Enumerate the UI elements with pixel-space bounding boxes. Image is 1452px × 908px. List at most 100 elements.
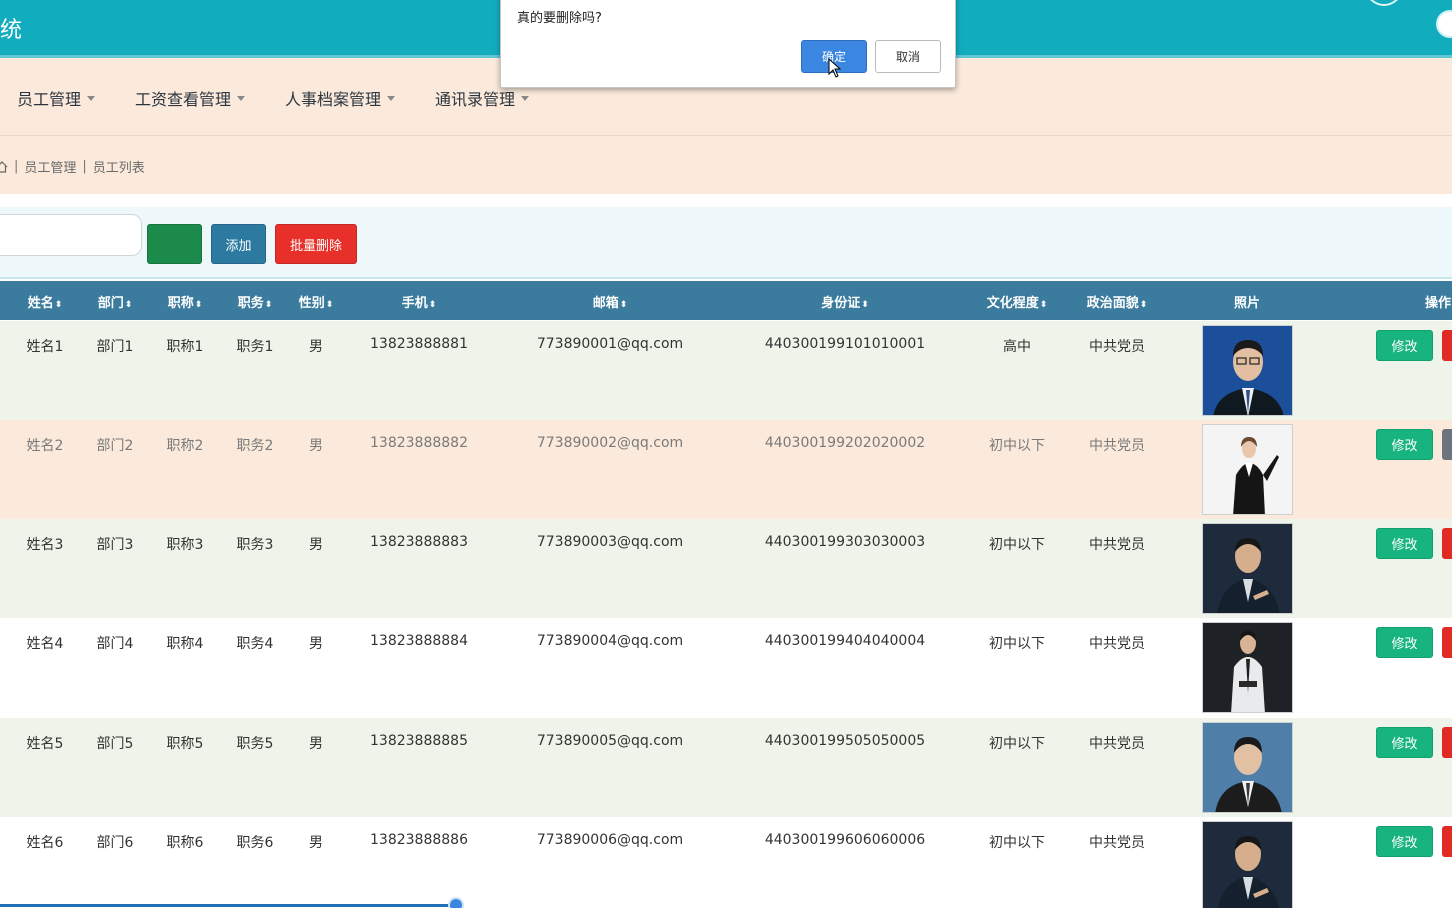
cell-dept: 部门4 [96,636,134,652]
settings-circle-icon[interactable] [1436,10,1452,38]
edit-button[interactable]: 修改 [1376,627,1433,658]
breadcrumb-separator: | [82,159,87,174]
cell-phone: 13823888883 [370,534,468,550]
column-header-email[interactable]: 邮箱⬍ [593,292,628,311]
column-header-post[interactable]: 职务⬍ [238,292,273,311]
cell-gender: 男 [309,537,323,553]
cell-edu: 初中以下 [989,835,1045,851]
cell-idcard: 440300199202020002 [764,435,926,451]
nav-menu-salary[interactable]: 工资查看管理 [135,86,246,110]
cell-name: 姓名4 [26,636,64,652]
cell-post: 职务5 [236,736,274,752]
search-input[interactable] [0,214,142,256]
cell-phone: 13823888885 [370,733,468,749]
column-header-title[interactable]: 职称⬍ [168,292,203,311]
column-header-edu[interactable]: 文化程度⬍ [987,292,1048,311]
cell-title: 职称5 [166,736,204,752]
cell-post: 职务2 [236,438,274,454]
sort-icon: ⬍ [264,300,273,310]
mouse-cursor-icon [828,58,842,78]
breadcrumb-item-employee[interactable]: 员工管理 [24,157,76,176]
delete-button[interactable] [1442,627,1452,658]
user-avatar-icon[interactable] [1365,0,1403,6]
nav-menu-label: 员工管理 [17,90,82,109]
cell-edu: 初中以下 [989,736,1045,752]
column-header-name[interactable]: 姓名⬍ [28,292,63,311]
cell-politics: 中共党员 [1089,835,1145,851]
cell-idcard: 440300199404040004 [764,633,926,649]
column-header-phone[interactable]: 手机⬍ [402,292,437,311]
cell-name: 姓名2 [26,438,64,454]
cell-name: 姓名5 [26,736,64,752]
table-row: 姓名6 部门6 职称6 职务6 男 13823888886 773890006@… [0,817,1452,908]
nav-menu-label: 通讯录管理 [435,90,516,109]
header-label: 职称 [167,296,194,311]
edit-button[interactable]: 修改 [1376,727,1433,758]
header-label: 邮箱 [592,296,619,311]
cell-email: 773890001@qq.com [536,336,684,352]
column-header-gender[interactable]: 性别⬍ [299,292,334,311]
delete-button[interactable] [1442,528,1452,559]
caret-down-icon [237,95,246,101]
cell-post: 职务3 [236,537,274,553]
nav-menu-employee[interactable]: 员工管理 [17,86,96,110]
cell-gender: 男 [309,339,323,355]
column-header-politics[interactable]: 政治面貌⬍ [1087,292,1148,311]
header-label: 部门 [97,296,124,311]
query-button[interactable]: 查询 [147,224,202,264]
header-label: 性别 [298,296,325,311]
breadcrumb-separator: | [14,159,19,174]
breadcrumb-item-employee-list[interactable]: 员工列表 [93,157,145,176]
table-header: 姓名⬍ 部门⬍ 职称⬍ 职务⬍ 性别⬍ 手机⬍ 邮箱⬍ 身份证⬍ 文化程度⬍ 政… [0,281,1452,320]
caret-down-icon [387,95,396,101]
delete-button[interactable] [1442,429,1452,460]
delete-button[interactable] [1442,826,1452,857]
cell-gender: 男 [309,835,323,851]
cell-dept: 部门2 [96,438,134,454]
header-label: 职务 [237,296,264,311]
table-row: 姓名4 部门4 职称4 职务4 男 13823888884 773890004@… [0,618,1452,717]
cell-edu: 高中 [1003,339,1031,355]
sort-icon: ⬍ [861,300,869,310]
cell-email: 773890004@qq.com [536,633,684,649]
confirm-cancel-button[interactable]: 取消 [875,40,941,73]
app-title: 统 [0,18,23,43]
edit-button[interactable]: 修改 [1376,528,1433,559]
cell-dept: 部门5 [96,736,134,752]
sort-icon: ⬍ [1039,300,1048,310]
cell-gender: 男 [309,636,323,652]
cell-phone: 13823888882 [370,435,468,451]
breadcrumb-bar: | 员工管理 | 员工列表 [0,136,1452,194]
employee-photo [1202,821,1293,908]
scrollbar-thumb[interactable] [448,897,464,908]
edit-button[interactable]: 修改 [1376,429,1433,460]
nav-menu-archive[interactable]: 人事档案管理 [285,86,396,110]
cell-phone: 13823888881 [370,336,468,352]
delete-button[interactable] [1442,727,1452,758]
cell-phone: 13823888884 [370,633,468,649]
cell-gender: 男 [309,736,323,752]
edit-button[interactable]: 修改 [1376,826,1433,857]
horizontal-scrollbar[interactable] [0,904,460,907]
column-header-dept[interactable]: 部门⬍ [98,292,133,311]
column-header-idcard[interactable]: 身份证⬍ [821,292,869,311]
table-row: 姓名1 部门1 职称1 职务1 男 13823888881 773890001@… [0,321,1452,420]
cell-edu: 初中以下 [989,438,1045,454]
add-button[interactable]: 添加 [211,224,266,264]
nav-menu-label: 人事档案管理 [285,90,382,109]
confirm-dialog: 真的要删除吗? 确定 取消 [500,0,956,88]
employee-photo [1202,622,1293,713]
cell-politics: 中共党员 [1089,537,1145,553]
header-label: 手机 [401,296,428,311]
delete-button[interactable] [1442,330,1452,361]
cell-idcard: 440300199101010001 [764,336,926,352]
home-icon[interactable] [0,160,8,173]
breadcrumb: | 员工管理 | 员工列表 [0,157,145,176]
sort-icon: ⬍ [124,300,133,310]
nav-menu-contacts[interactable]: 通讯录管理 [435,86,530,110]
cell-idcard: 440300199606060006 [764,832,926,848]
dialog-message: 真的要删除吗? [517,11,602,26]
batch-delete-button[interactable]: 批量删除 [275,224,357,264]
cell-dept: 部门1 [96,339,134,355]
edit-button[interactable]: 修改 [1376,330,1433,361]
